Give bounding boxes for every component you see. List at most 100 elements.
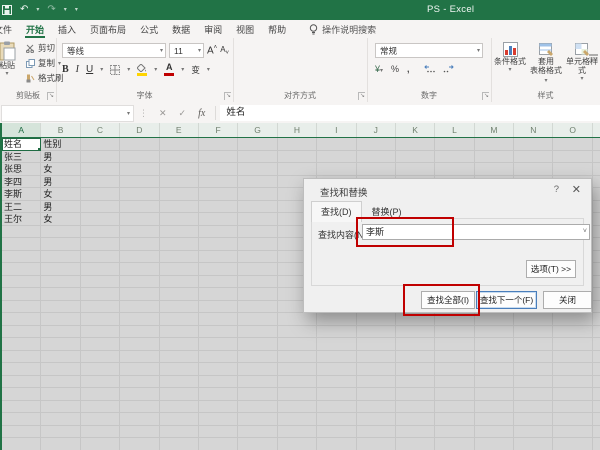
cell-C5[interactable] bbox=[81, 188, 120, 201]
dialog-tab-find[interactable]: 查找(D) bbox=[311, 201, 362, 222]
column-header-M[interactable]: M bbox=[475, 123, 514, 137]
cell-C21[interactable] bbox=[81, 388, 120, 401]
cell-H24[interactable] bbox=[278, 426, 317, 439]
cell-B17[interactable] bbox=[41, 338, 80, 351]
cell-H21[interactable] bbox=[278, 388, 317, 401]
cell-O23[interactable] bbox=[553, 413, 592, 426]
cell-O1[interactable] bbox=[553, 138, 592, 151]
underline-button[interactable]: U bbox=[86, 64, 93, 75]
cell-A19[interactable] bbox=[2, 363, 41, 376]
cell-P13[interactable] bbox=[593, 288, 600, 301]
cell-C11[interactable] bbox=[81, 263, 120, 276]
cell-M3[interactable] bbox=[475, 163, 514, 176]
redo-icon[interactable]: ↷ bbox=[47, 2, 55, 18]
cell-D8[interactable] bbox=[120, 226, 159, 239]
cell-N16[interactable] bbox=[514, 326, 553, 339]
cell-O22[interactable] bbox=[553, 401, 592, 414]
cell-D7[interactable] bbox=[120, 213, 159, 226]
cell-J2[interactable] bbox=[357, 151, 396, 164]
cell-F18[interactable] bbox=[199, 351, 238, 364]
cell-A9[interactable] bbox=[2, 238, 41, 251]
cell-H23[interactable] bbox=[278, 413, 317, 426]
tab-home[interactable]: 开始 bbox=[19, 20, 51, 38]
font-dialog-launcher-icon[interactable]: ↘ bbox=[224, 92, 231, 100]
cell-L20[interactable] bbox=[435, 376, 474, 389]
cell-J25[interactable] bbox=[357, 438, 396, 450]
font-color-dropdown-icon[interactable]: ▾ bbox=[181, 66, 184, 73]
cell-C3[interactable] bbox=[81, 163, 120, 176]
cell-N24[interactable] bbox=[514, 426, 553, 439]
dialog-close-icon[interactable]: ✕ bbox=[572, 183, 581, 196]
cell-M18[interactable] bbox=[475, 351, 514, 364]
borders-icon[interactable] bbox=[110, 65, 120, 75]
column-header-A[interactable]: A bbox=[2, 123, 41, 137]
cell-F13[interactable] bbox=[199, 288, 238, 301]
cell-G7[interactable] bbox=[238, 213, 277, 226]
tell-me-search[interactable]: 操作说明搜索 bbox=[293, 20, 376, 38]
cell-G17[interactable] bbox=[238, 338, 277, 351]
cell-B11[interactable] bbox=[41, 263, 80, 276]
cell-B12[interactable] bbox=[41, 276, 80, 289]
cell-G19[interactable] bbox=[238, 363, 277, 376]
cell-E10[interactable] bbox=[160, 251, 199, 264]
cell-D14[interactable] bbox=[120, 301, 159, 314]
cell-P10[interactable] bbox=[593, 251, 600, 264]
cell-B18[interactable] bbox=[41, 351, 80, 364]
cell-J17[interactable] bbox=[357, 338, 396, 351]
cell-E1[interactable] bbox=[160, 138, 199, 151]
cell-G22[interactable] bbox=[238, 401, 277, 414]
cell-L18[interactable] bbox=[435, 351, 474, 364]
column-header-I[interactable]: I bbox=[317, 123, 356, 137]
cell-C18[interactable] bbox=[81, 351, 120, 364]
cell-D25[interactable] bbox=[120, 438, 159, 450]
cell-B8[interactable] bbox=[41, 226, 80, 239]
cell-A14[interactable] bbox=[2, 301, 41, 314]
cell-K23[interactable] bbox=[396, 413, 435, 426]
cell-P14[interactable] bbox=[593, 301, 600, 314]
cell-B20[interactable] bbox=[41, 376, 80, 389]
cell-P20[interactable] bbox=[593, 376, 600, 389]
cell-P23[interactable] bbox=[593, 413, 600, 426]
cell-A25[interactable] bbox=[2, 438, 41, 450]
cell-D4[interactable] bbox=[120, 176, 159, 189]
currency-format-button[interactable]: ¥▾ bbox=[375, 64, 383, 74]
cell-A11[interactable] bbox=[2, 263, 41, 276]
cell-A20[interactable] bbox=[2, 376, 41, 389]
cell-C12[interactable] bbox=[81, 276, 120, 289]
cell-C17[interactable] bbox=[81, 338, 120, 351]
cell-K25[interactable] bbox=[396, 438, 435, 450]
cell-styles-button[interactable]: 单元格样式 ▾ bbox=[565, 42, 599, 84]
cell-O3[interactable] bbox=[553, 163, 592, 176]
cell-P22[interactable] bbox=[593, 401, 600, 414]
cell-P24[interactable] bbox=[593, 426, 600, 439]
cell-F3[interactable] bbox=[199, 163, 238, 176]
cell-M1[interactable] bbox=[475, 138, 514, 151]
cell-F22[interactable] bbox=[199, 401, 238, 414]
paste-button[interactable]: 粘贴 ▾ bbox=[0, 41, 23, 79]
cell-H18[interactable] bbox=[278, 351, 317, 364]
cell-D10[interactable] bbox=[120, 251, 159, 264]
cell-D9[interactable] bbox=[120, 238, 159, 251]
cell-I1[interactable] bbox=[317, 138, 356, 151]
cell-H17[interactable] bbox=[278, 338, 317, 351]
cell-E25[interactable] bbox=[160, 438, 199, 450]
tab-data[interactable]: 数据 bbox=[165, 20, 197, 38]
cell-D12[interactable] bbox=[120, 276, 159, 289]
cell-L22[interactable] bbox=[435, 401, 474, 414]
cell-D17[interactable] bbox=[120, 338, 159, 351]
cell-E16[interactable] bbox=[160, 326, 199, 339]
cell-N18[interactable] bbox=[514, 351, 553, 364]
cell-E7[interactable] bbox=[160, 213, 199, 226]
cell-F6[interactable] bbox=[199, 201, 238, 214]
cell-O19[interactable] bbox=[553, 363, 592, 376]
cell-E6[interactable] bbox=[160, 201, 199, 214]
cell-E23[interactable] bbox=[160, 413, 199, 426]
cell-F14[interactable] bbox=[199, 301, 238, 314]
cell-D15[interactable] bbox=[120, 313, 159, 326]
cell-K22[interactable] bbox=[396, 401, 435, 414]
cell-P9[interactable] bbox=[593, 238, 600, 251]
close-button[interactable]: 关闭 bbox=[543, 291, 592, 309]
cell-J15[interactable] bbox=[357, 313, 396, 326]
cell-H19[interactable] bbox=[278, 363, 317, 376]
column-header-H[interactable]: H bbox=[278, 123, 317, 137]
